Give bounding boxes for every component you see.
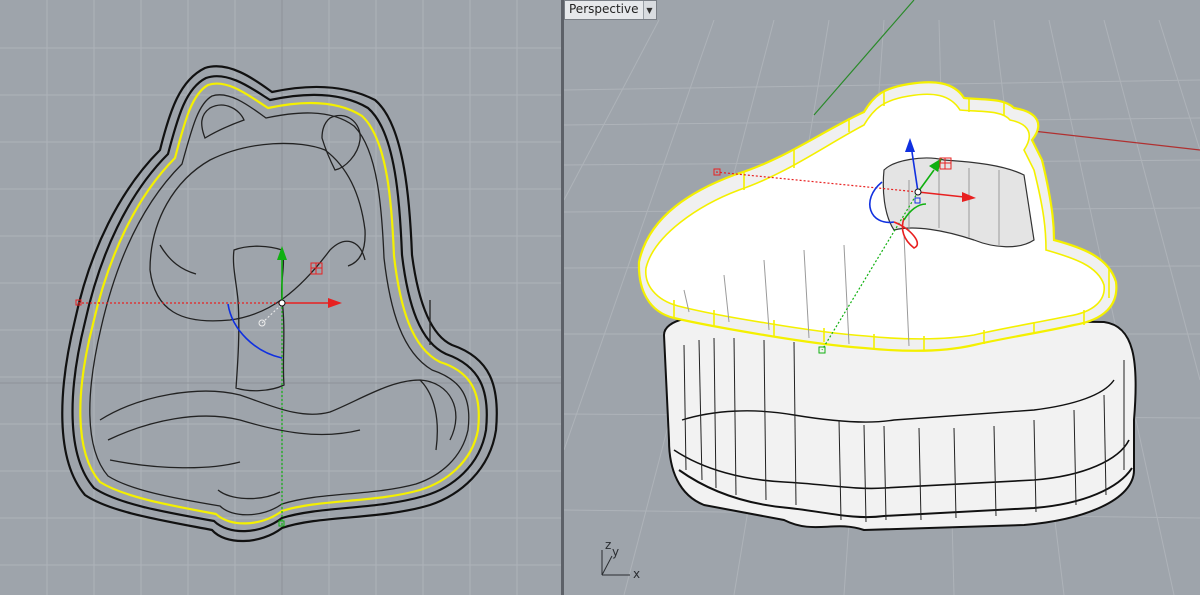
persp-gumball-center[interactable] bbox=[914, 188, 922, 196]
triad-y-label: y bbox=[612, 545, 620, 559]
gumball-scale-line bbox=[261, 305, 281, 324]
chevron-down-icon[interactable]: ▼ bbox=[642, 1, 656, 19]
gumball-y-arrowhead[interactable] bbox=[277, 246, 287, 260]
top-shell-selected[interactable] bbox=[637, 81, 1118, 352]
gumball-x-arrowhead[interactable] bbox=[328, 298, 342, 308]
perspective-viewport[interactable]: z y x Perspective ▼ bbox=[564, 0, 1200, 595]
perspective-viewport-title[interactable]: Perspective bbox=[565, 1, 643, 19]
triad-z-label: z bbox=[605, 538, 612, 552]
perspective-viewport-title-tab[interactable]: Perspective ▼ bbox=[564, 0, 657, 20]
top-viewport[interactable] bbox=[0, 0, 561, 595]
perspective-viewport-canvas[interactable] bbox=[564, 0, 1200, 595]
gumball-center[interactable] bbox=[278, 299, 286, 307]
gumball-widget[interactable] bbox=[75, 246, 342, 527]
world-x-axis bbox=[1023, 129, 1200, 151]
top-viewport-canvas[interactable] bbox=[0, 0, 561, 595]
triad-x-label: x bbox=[633, 567, 641, 581]
gumball-plane-handle[interactable] bbox=[310, 262, 323, 275]
